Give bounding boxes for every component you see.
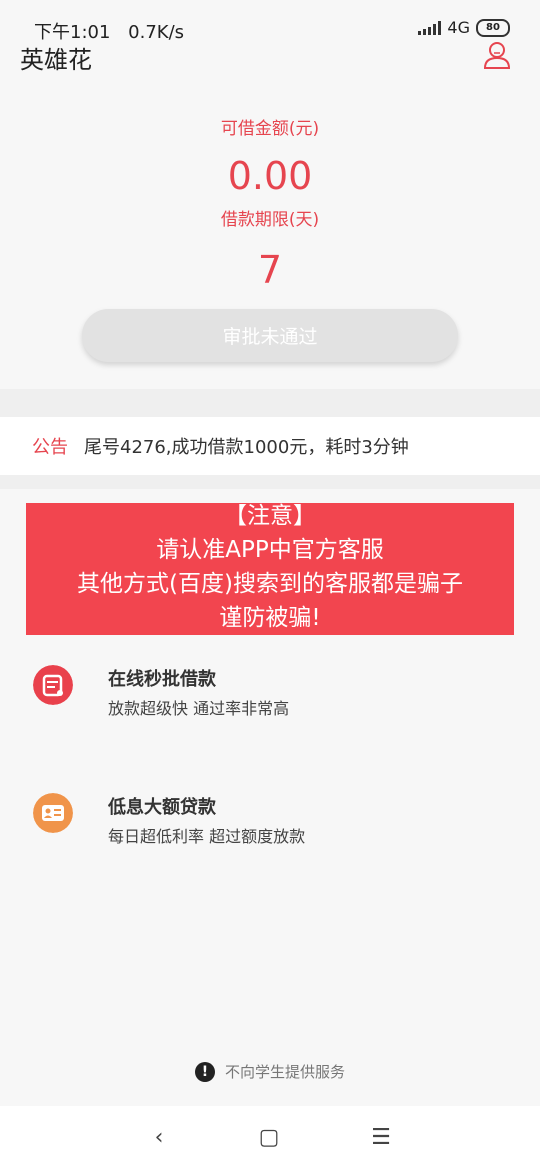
network-speed: 0.7K/s xyxy=(128,22,185,43)
id-card-icon xyxy=(33,793,73,833)
document-icon xyxy=(33,665,73,705)
divider xyxy=(0,475,540,489)
footer-note: ! 不向学生提供服务 xyxy=(0,1061,540,1082)
term-label: 借款期限(天) xyxy=(220,210,320,230)
menu-button[interactable]: ☰ xyxy=(366,1122,396,1152)
footer-text: 不向学生提供服务 xyxy=(224,1063,345,1081)
warning-line: 其他方式(百度)搜索到的客服都是骗子 xyxy=(77,571,463,597)
home-button[interactable]: ▢ xyxy=(254,1122,284,1152)
warning-line: 【注意】 xyxy=(224,503,316,529)
battery-icon: 80 xyxy=(476,18,510,37)
feature-title: 低息大额贷款 xyxy=(108,797,216,818)
warning-line: 谨防被骗! xyxy=(219,605,321,631)
exclamation-icon: ! xyxy=(194,1061,215,1082)
warning-banner: 【注意】 请认准APP中官方客服 其他方式(百度)搜索到的客服都是骗子 谨防被骗… xyxy=(26,503,514,635)
notice-tag: 公告 xyxy=(32,437,68,458)
signal-icon xyxy=(418,20,442,35)
approval-status-button[interactable]: 审批未通过 xyxy=(82,309,458,362)
divider xyxy=(0,389,540,417)
user-icon[interactable] xyxy=(482,40,512,70)
amount-value: 0.00 xyxy=(227,154,313,198)
feature-item-low-interest[interactable]: 低息大额贷款 每日超低利率 超过额度放款 xyxy=(0,793,540,863)
status-bar: 下午1:01 0.7K/s 4G 80 xyxy=(0,0,540,43)
app-title: 英雄花 xyxy=(20,46,92,74)
back-button[interactable]: ‹ xyxy=(144,1122,174,1152)
feature-item-fast-approval[interactable]: 在线秒批借款 放款超级快 通过率非常高 xyxy=(0,665,540,735)
feature-description: 放款超级快 通过率非常高 xyxy=(108,699,290,718)
navigation-bar: ‹ ▢ ☰ xyxy=(0,1106,540,1170)
notice-bar: 公告 尾号4276,成功借款1000元，耗时3分钟 xyxy=(0,417,540,475)
warning-line: 请认准APP中官方客服 xyxy=(156,537,384,563)
battery-level: 80 xyxy=(486,21,500,33)
notice-text: 尾号4276,成功借款1000元，耗时3分钟 xyxy=(84,437,409,458)
network-type: 4G xyxy=(447,18,470,37)
amount-label: 可借金额(元) xyxy=(220,119,320,139)
term-value: 7 xyxy=(257,248,283,292)
feature-title: 在线秒批借款 xyxy=(108,669,216,690)
feature-description: 每日超低利率 超过额度放款 xyxy=(108,827,306,846)
